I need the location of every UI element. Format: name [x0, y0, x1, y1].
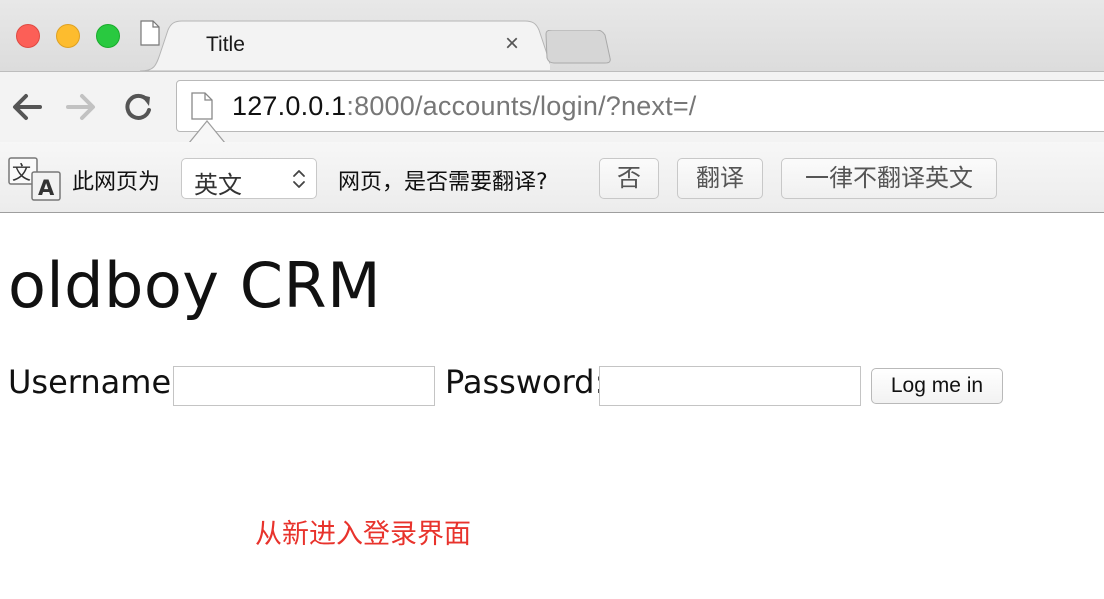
- annotation-note: 从新进入登录界面: [255, 519, 471, 550]
- reload-icon[interactable]: [122, 92, 156, 122]
- password-input[interactable]: [599, 366, 861, 406]
- username-label: Username:: [8, 363, 182, 401]
- window-minimize-button[interactable]: [56, 24, 80, 48]
- svg-text:A: A: [38, 176, 55, 200]
- bubble-pointer-icon: [189, 120, 225, 143]
- page-icon: [140, 20, 160, 46]
- url-path: :8000/accounts/login/?next=/: [346, 91, 697, 121]
- svg-text:文: 文: [12, 162, 31, 184]
- login-button[interactable]: Log me in: [871, 368, 1003, 404]
- password-label: Password:: [445, 363, 606, 401]
- page-info-icon[interactable]: [191, 92, 213, 120]
- tab-strip: Title ×: [0, 0, 1104, 71]
- browser-tab[interactable]: Title ×: [140, 20, 550, 71]
- source-language-value: 英文: [194, 171, 242, 199]
- window-maximize-button[interactable]: [96, 24, 120, 48]
- browser-toolbar: 127.0.0.1:8000/accounts/login/?next=/: [0, 71, 1104, 142]
- no-translate-button[interactable]: 否: [599, 158, 659, 199]
- tab-shape: [140, 20, 550, 71]
- url-host: 127.0.0.1: [232, 91, 347, 121]
- translate-icon: 文 A: [8, 157, 61, 201]
- tab-close-icon[interactable]: ×: [500, 31, 524, 57]
- never-translate-button[interactable]: 一律不翻译英文: [781, 158, 997, 199]
- back-arrow-icon[interactable]: [10, 92, 44, 122]
- new-tab-button[interactable]: [544, 30, 614, 64]
- translate-prefix-label: 此网页为: [72, 170, 161, 195]
- translate-suffix-label: 网页，是否需要翻译?: [338, 170, 548, 195]
- translate-infobar: 文 A 此网页为 英文 网页，是否需要翻译? 否 翻译 一律不翻译英文: [0, 142, 1104, 213]
- window-close-button[interactable]: [16, 24, 40, 48]
- source-language-select[interactable]: 英文: [181, 158, 317, 199]
- translate-button[interactable]: 翻译: [677, 158, 763, 199]
- select-updown-icon: [293, 170, 305, 188]
- address-bar[interactable]: 127.0.0.1:8000/accounts/login/?next=/: [176, 80, 1104, 132]
- tab-title: Title: [206, 33, 245, 56]
- username-input[interactable]: [173, 366, 435, 406]
- url-text[interactable]: 127.0.0.1:8000/accounts/login/?next=/: [232, 91, 697, 122]
- page-title: oldboy CRM: [8, 249, 382, 322]
- forward-arrow-icon[interactable]: [64, 92, 98, 122]
